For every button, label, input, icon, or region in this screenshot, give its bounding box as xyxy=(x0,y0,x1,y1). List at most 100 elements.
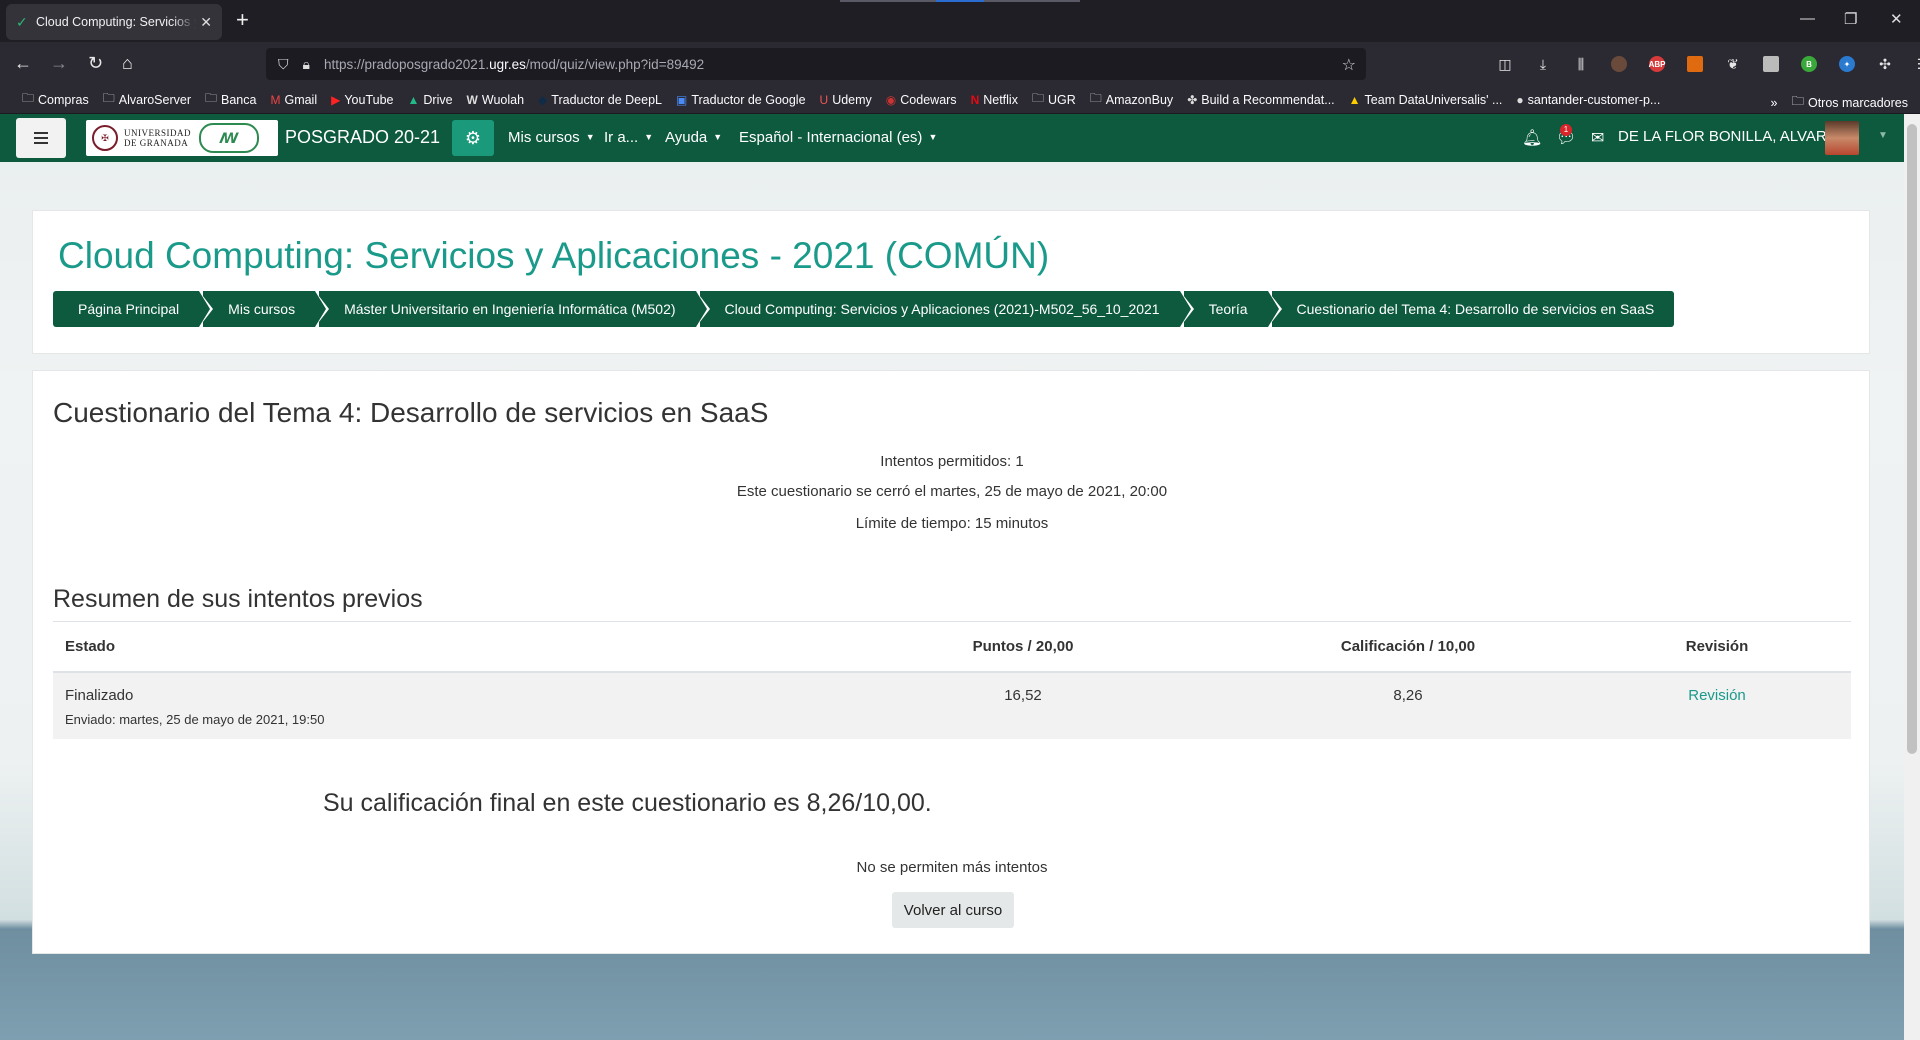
back-icon[interactable]: ← xyxy=(14,54,32,72)
review-link[interactable]: Revisión xyxy=(1688,687,1746,704)
page-scrollbar[interactable] xyxy=(1904,114,1920,1040)
new-tab-icon[interactable]: + xyxy=(236,9,249,31)
triangle-icon: ▲ xyxy=(1348,92,1361,107)
google-translate-icon: ▣ xyxy=(676,92,688,107)
bookmark-item[interactable]: 🗀 Compras xyxy=(22,89,89,110)
bookmark-item[interactable]: ▣ Traductor de Google xyxy=(676,93,806,107)
page-viewport: ✠ UNIVERSIDAD DE GRANADA ꟿ POSGRADO 20-21… xyxy=(0,114,1904,1040)
forward-icon[interactable]: → xyxy=(50,54,68,72)
browser-tab-bar: ✓ Cloud Computing: Servicios y Aplicacio… xyxy=(0,0,1920,42)
bookmark-star-icon[interactable]: ☆ xyxy=(1342,55,1356,75)
bookmark-item[interactable]: 🗀 Banca xyxy=(205,89,256,110)
extension-avatar-icon[interactable] xyxy=(1604,54,1634,74)
extension-blue-icon[interactable]: ✦ xyxy=(1832,54,1862,74)
settings-gear-button[interactable]: ⚙ xyxy=(452,120,494,156)
chevron-more-icon[interactable]: » xyxy=(1771,96,1778,110)
bookmark-item[interactable]: ◆ Traductor de DeepL xyxy=(538,93,662,107)
envelope-icon[interactable]: ✉ xyxy=(1591,128,1604,148)
menu-language[interactable]: Español - Internacional (es) ▼ xyxy=(739,129,937,146)
bookmark-item[interactable]: ▶ YouTube xyxy=(331,93,393,107)
attempt-grade: 8,26 xyxy=(1233,671,1583,739)
breadcrumb-item[interactable]: Cloud Computing: Servicios y Aplicacione… xyxy=(699,291,1194,327)
reload-icon[interactable]: ↻ xyxy=(88,54,103,72)
bookmark-item[interactable]: W Wuolah xyxy=(467,93,525,107)
attempts-allowed: Intentos permitidos: 1 xyxy=(880,453,1024,470)
extension-orange-icon[interactable] xyxy=(1680,54,1710,74)
extension-leaf-icon[interactable]: ❦ xyxy=(1718,54,1748,74)
menu-mis-cursos[interactable]: Mis cursos ▼ xyxy=(508,129,595,146)
github-icon: ● xyxy=(1516,92,1524,107)
pocket-icon[interactable]: ◫ xyxy=(1490,54,1520,74)
youtube-icon: ▶ xyxy=(331,92,341,107)
bookmark-item[interactable]: 🗀 AlvaroServer xyxy=(103,89,191,110)
adblock-icon[interactable]: ABP xyxy=(1642,54,1672,74)
bookmark-item[interactable]: N Netflix xyxy=(971,93,1018,107)
browser-tab[interactable]: ✓ Cloud Computing: Servicios y Aplicacio… xyxy=(6,4,222,40)
breadcrumb-item[interactable]: Mis cursos xyxy=(203,291,330,327)
app-menu-icon[interactable]: ☰ xyxy=(1908,54,1920,74)
tab-title: Cloud Computing: Servicios y Aplicacione… xyxy=(36,15,196,29)
extension-green-icon[interactable]: B xyxy=(1794,54,1824,74)
bookmark-item[interactable]: ● santander-customer-p... xyxy=(1516,93,1660,107)
download-icon[interactable]: ⤓ xyxy=(1528,54,1558,74)
bookmark-item[interactable]: ◉ Codewars xyxy=(886,93,957,107)
bell-icon[interactable]: 🔔︎ xyxy=(1522,128,1542,148)
restore-icon[interactable]: ❐ xyxy=(1844,10,1857,28)
tab-strip-indicator xyxy=(840,0,1080,2)
bookmark-item[interactable]: M Gmail xyxy=(270,93,317,107)
other-bookmarks[interactable]: » 🗀 Otros marcadores xyxy=(1771,92,1909,113)
notification-badge: 1 xyxy=(1560,124,1572,136)
lock-icon[interactable]: 🔒︎ xyxy=(303,56,310,73)
breadcrumb-item[interactable]: Página Principal xyxy=(53,291,214,327)
bookmark-item[interactable]: 🗀 UGR xyxy=(1032,89,1076,110)
menu-ayuda[interactable]: Ayuda ▼ xyxy=(665,129,722,146)
breadcrumb-item-current[interactable]: Cuestionario del Tema 4: Desarrollo de s… xyxy=(1271,291,1675,327)
avatar[interactable] xyxy=(1825,121,1859,155)
no-more-attempts: No se permiten más intentos xyxy=(856,859,1048,876)
scrollbar-thumb[interactable] xyxy=(1907,124,1917,754)
address-bar[interactable]: ⛉ 🔒︎ https://pradoposgrado2021.ugr.es/mo… xyxy=(266,48,1366,80)
netflix-icon: N xyxy=(970,92,980,107)
bookmark-item[interactable]: ▲ Team DataUniversalis' ... xyxy=(1349,93,1503,107)
bookmark-item[interactable]: ✤ Build a Recommendat... xyxy=(1187,93,1334,107)
prado-logo-icon: ꟿ xyxy=(199,123,259,153)
user-menu-caret-icon[interactable]: ▼ xyxy=(1878,130,1888,141)
attempt-points: 16,52 xyxy=(813,671,1233,739)
close-window-icon[interactable]: ✕ xyxy=(1890,10,1903,28)
ugr-logo[interactable]: ✠ UNIVERSIDAD DE GRANADA ꟿ xyxy=(86,120,278,156)
wuolah-icon: W xyxy=(466,92,478,107)
menu-ir-a[interactable]: Ir a... ▼ xyxy=(604,129,653,146)
caret-down-icon: ▼ xyxy=(585,132,595,142)
extensions-toolbar: ◫ ⤓ ⫼ ABP ❦ B ✦ ✣ ☰ xyxy=(1490,54,1920,74)
back-to-course-button[interactable]: Volver al curso xyxy=(892,892,1014,928)
attempts-table: Estado Puntos / 20,00 Calificación / 10,… xyxy=(53,621,1851,739)
library-icon[interactable]: ⫼ xyxy=(1566,54,1596,74)
time-limit: Límite de tiempo: 15 minutos xyxy=(855,515,1049,532)
home-icon[interactable]: ⌂ xyxy=(122,54,133,72)
bookmark-item[interactable]: ▲ Drive xyxy=(407,93,452,107)
bookmark-item[interactable]: 🗀 AmazonBuy xyxy=(1090,89,1173,110)
site-navbar: ✠ UNIVERSIDAD DE GRANADA ꟿ POSGRADO 20-21… xyxy=(0,114,1904,162)
bookmark-item[interactable]: U Udemy xyxy=(820,93,872,107)
site-name[interactable]: POSGRADO 20-21 xyxy=(285,127,440,148)
shield-icon[interactable]: ⛉ xyxy=(278,56,289,73)
quiz-closed-date: Este cuestionario se cerró el martes, 25… xyxy=(736,483,1168,500)
attempt-state: Finalizado xyxy=(65,686,134,704)
drawer-toggle-button[interactable] xyxy=(16,118,66,158)
folder-icon: 🗀 xyxy=(102,91,115,105)
bookmarks-bar: 🗀 Compras 🗀 AlvaroServer 🗀 Banca M Gmail ▶ Yo… xyxy=(0,86,1920,114)
close-tab-icon[interactable]: ✕ xyxy=(200,14,212,31)
moodle-favicon-icon: ✓ xyxy=(16,14,28,30)
quiz-main-card: Cuestionario del Tema 4: Desarrollo de s… xyxy=(32,370,1870,954)
breadcrumb-item[interactable]: Máster Universitario en Ingeniería Infor… xyxy=(319,291,710,327)
extension-square-icon[interactable] xyxy=(1756,54,1786,74)
gmail-icon: M xyxy=(270,92,281,107)
breadcrumb-item[interactable]: Teoría xyxy=(1183,291,1282,327)
deepl-icon: ◆ xyxy=(538,92,548,107)
minimize-icon[interactable]: — xyxy=(1800,10,1815,27)
user-name[interactable]: DE LA FLOR BONILLA, ALVARO xyxy=(1618,128,1838,145)
folder-icon: 🗀 xyxy=(22,91,35,105)
browser-nav-bar: ← → ↻ ⌂ ⛉ 🔒︎ https://pradoposgrado2021.u… xyxy=(0,42,1920,86)
extensions-puzzle-icon[interactable]: ✣ xyxy=(1870,54,1900,74)
breadcrumb: Página Principal Mis cursos Máster Unive… xyxy=(53,291,1678,327)
